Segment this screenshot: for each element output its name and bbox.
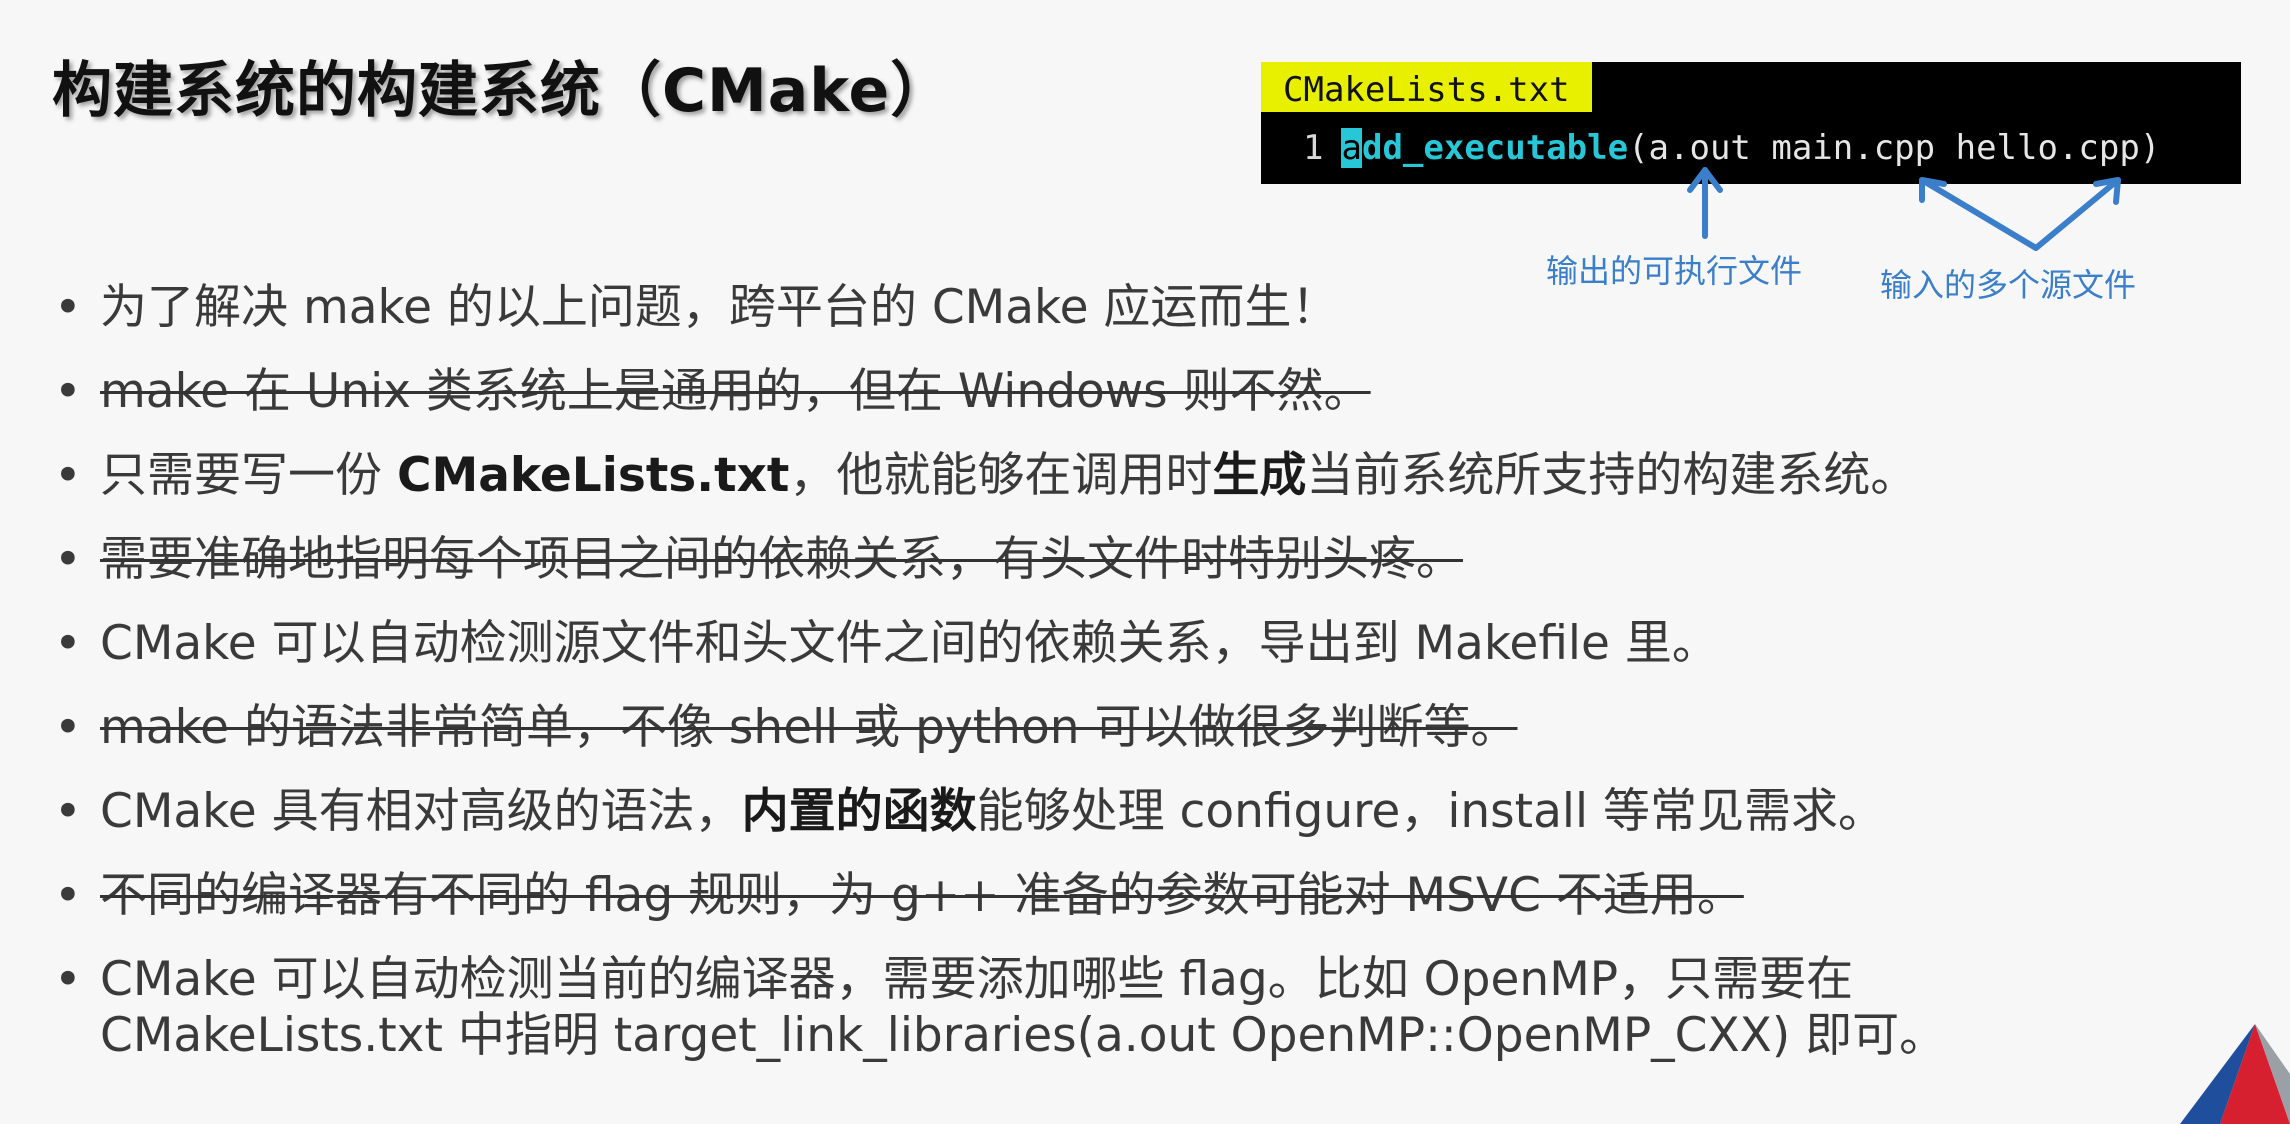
bullet-item: 只需要写一份 CMakeLists.txt，他就能够在调用时生成当前系统所支持的…: [52, 448, 2192, 504]
bullet-text: 当前系统所支持的构建系统。: [1306, 448, 1918, 503]
bullet-item-struck: 不同的编译器有不同的 flag 规则，为 g++ 准备的参数可能对 MSVC 不…: [52, 868, 2192, 924]
bullet-bold-text: 内置的函数: [741, 784, 977, 839]
cmake-logo-icon: [2180, 1024, 2290, 1124]
inputs-arrow-shaft: [1919, 177, 2121, 251]
bullet-text: make 在 Unix 类系统上是通用的，但在 Windows 则不然。: [100, 364, 1371, 419]
bullet-text: 为了解决 make 的以上问题，跨平台的 CMake 应运而生！: [100, 280, 1339, 335]
bullet-item-struck: make 在 Unix 类系统上是通用的，但在 Windows 则不然。: [52, 364, 2192, 420]
bullet-text: 不同的编译器有不同的 flag 规则，为 g++ 准备的参数可能对 MSVC 不…: [100, 868, 1744, 923]
bullet-list: 为了解决 make 的以上问题，跨平台的 CMake 应运而生！ make 在 U…: [52, 280, 2192, 1092]
bullet-text: 只需要写一份: [100, 448, 397, 503]
bullet-item: CMake 可以自动检测源文件和头文件之间的依赖关系，导出到 Makefile …: [52, 616, 2192, 672]
bullet-item: CMake 可以自动检测当前的编译器，需要添加哪些 flag。比如 OpenMP…: [52, 952, 2192, 1064]
bullet-item: CMake 具有相对高级的语法，内置的函数能够处理 configure，inst…: [52, 784, 2192, 840]
bullet-text: CMake 可以自动检测源文件和头文件之间的依赖关系，导出到 Makefile …: [100, 616, 1719, 671]
bullet-text: CMake 可以自动检测当前的编译器，需要添加哪些 flag。比如 OpenMP…: [100, 952, 1854, 1007]
bullet-bold-text: 生成: [1212, 448, 1307, 503]
bullet-bold-text: CMakeLists.txt: [396, 448, 790, 503]
bullet-text: CMakeLists.txt 中指明 target_link_libraries…: [100, 1008, 1947, 1063]
bullet-text: make 的语法非常简单，不像 shell 或 python 可以做很多判断等。: [100, 700, 1518, 755]
bullet-item-struck: make 的语法非常简单，不像 shell 或 python 可以做很多判断等。: [52, 700, 2192, 756]
bullet-text: CMake 具有相对高级的语法，: [100, 784, 742, 839]
bullet-item-struck: 需要准确地指明每个项目之间的依赖关系，有头文件时特别头疼。: [52, 532, 2192, 588]
bullet-text: 需要准确地指明每个项目之间的依赖关系，有头文件时特别头疼。: [100, 532, 1463, 587]
bullet-text: 能够处理 configure，install 等常见需求。: [976, 784, 1885, 839]
bullet-item: 为了解决 make 的以上问题，跨平台的 CMake 应运而生！: [52, 280, 2192, 336]
bullet-text: ，他就能够在调用时: [789, 448, 1213, 503]
